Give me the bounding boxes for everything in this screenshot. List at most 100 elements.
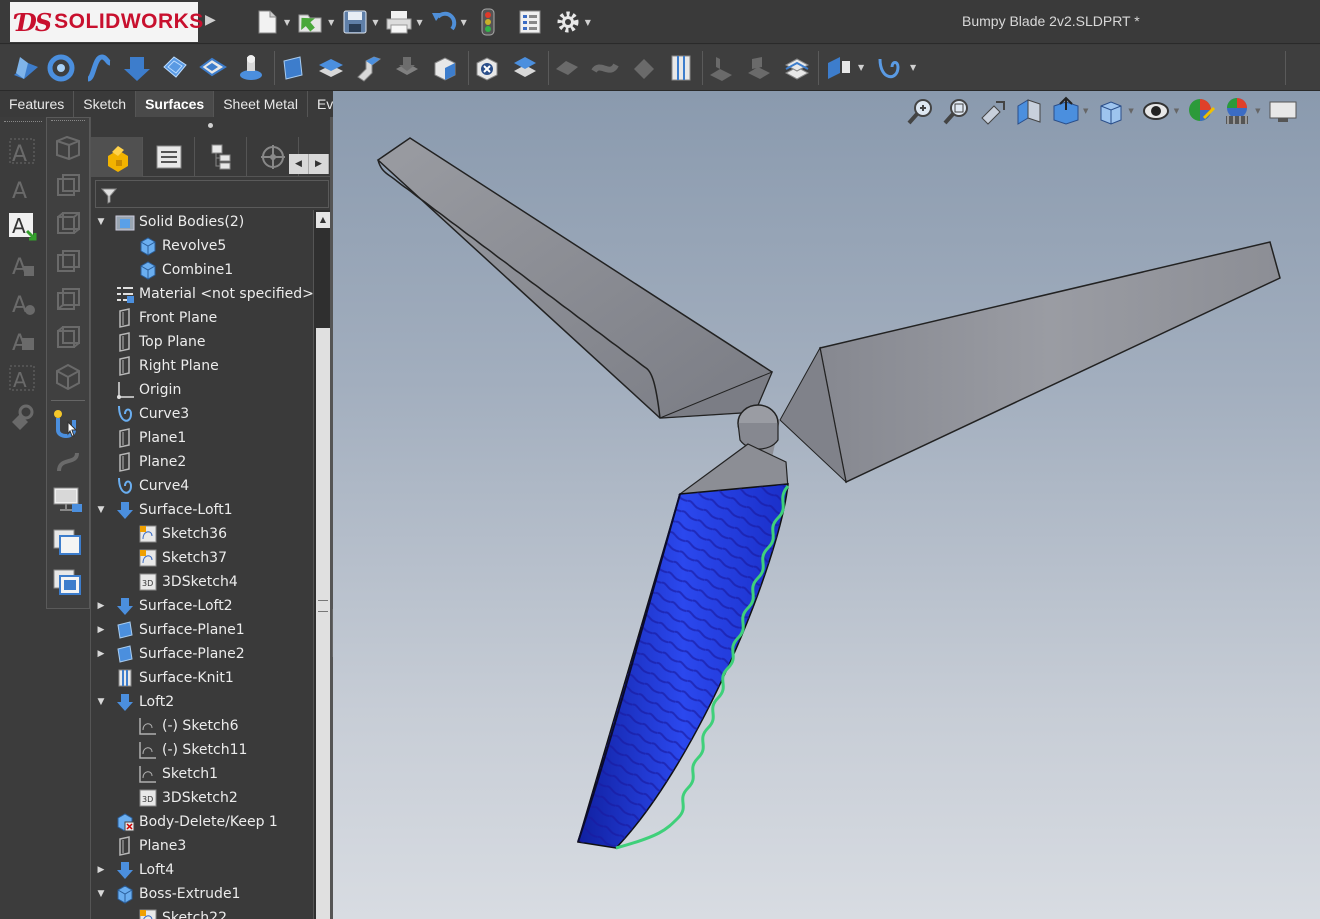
cube-3d-icon[interactable] (52, 360, 84, 392)
feature-manager-tab-icon[interactable] (91, 137, 143, 177)
scrollbar-thumb[interactable] (316, 328, 330, 919)
filled-surface-icon[interactable] (196, 51, 230, 85)
balloon-icon[interactable]: A (6, 172, 38, 204)
file-properties-icon[interactable] (515, 7, 545, 37)
tab-features[interactable]: Features (0, 91, 75, 117)
tree-item-sketch36[interactable]: Sketch36 (91, 522, 313, 546)
expand-arrow-icon[interactable]: ▶ (95, 642, 107, 666)
cube-face-icon[interactable] (52, 132, 84, 164)
ref-geometry-dropdown-icon[interactable]: ▼ (858, 63, 864, 72)
expand-arrow-icon[interactable]: ▶ (95, 858, 107, 882)
tree-item-combine1[interactable]: Combine1 (91, 258, 313, 282)
lofted-surface-icon[interactable] (120, 51, 154, 85)
cube-hidden-lines-icon[interactable] (52, 208, 84, 240)
options-gear-icon[interactable] (553, 7, 583, 37)
open-dropdown-icon[interactable]: ▼ (328, 18, 334, 27)
knit-surface-icon[interactable] (664, 51, 698, 85)
expand-arrow-icon[interactable]: ▶ (95, 594, 107, 618)
property-manager-tab-icon[interactable] (143, 137, 195, 177)
collapse-arrow-icon[interactable]: ▼ (95, 882, 107, 906)
tree-vertical-scrollbar[interactable]: ▲ (313, 210, 331, 919)
window-tile-icon[interactable] (52, 568, 84, 600)
blade-lower-selected[interactable] (577, 443, 790, 850)
tree-item-front-plane[interactable]: Front Plane (91, 306, 313, 330)
scroll-left-icon[interactable]: ◀ (289, 154, 309, 174)
tree-item-surface-plane1[interactable]: ▶ Surface-Plane1 (91, 618, 313, 642)
fillet-surface-icon[interactable] (704, 51, 738, 85)
surface-finish-icon[interactable]: A (6, 248, 38, 280)
print-dropdown-icon[interactable]: ▼ (416, 18, 422, 27)
tree-item-plane1[interactable]: Plane1 (91, 426, 313, 450)
tab-sketch[interactable]: Sketch (74, 91, 137, 117)
propeller-blade-model[interactable] (333, 91, 1320, 919)
open-document-icon[interactable] (296, 7, 326, 37)
tree-item-plane3[interactable]: Plane3 (91, 834, 313, 858)
freeform-icon[interactable] (234, 51, 268, 85)
cube-iso-icon[interactable] (52, 322, 84, 354)
tree-item-sketch6[interactable]: (-) Sketch6 (91, 714, 313, 738)
tree-filter[interactable] (95, 180, 329, 208)
ruled-surface-icon[interactable] (352, 51, 386, 85)
note-icon[interactable]: A (6, 135, 38, 167)
ref-geometry-icon[interactable] (822, 51, 856, 85)
extend-surface-icon[interactable] (550, 51, 584, 85)
delete-face-icon[interactable] (428, 51, 462, 85)
configuration-manager-tab-icon[interactable] (195, 137, 247, 177)
tree-item-material-not-specified[interactable]: Material <not specified> (91, 282, 313, 306)
collapse-arrow-icon[interactable]: ▼ (95, 498, 107, 522)
geometric-tolerance-icon[interactable]: A (6, 324, 38, 356)
tree-item-sketch1[interactable]: Sketch1 (91, 762, 313, 786)
boundary-surface-icon[interactable] (158, 51, 192, 85)
tree-item-surface-plane2[interactable]: ▶ Surface-Plane2 (91, 642, 313, 666)
tree-item-plane2[interactable]: Plane2 (91, 450, 313, 474)
tree-item-sketch11[interactable]: (-) Sketch11 (91, 738, 313, 762)
tree-item-curve3[interactable]: Curve3 (91, 402, 313, 426)
insert-annotation-icon[interactable]: A (6, 210, 38, 242)
save-dropdown-icon[interactable]: ▼ (372, 18, 378, 27)
scroll-right-icon[interactable]: ▶ (309, 154, 329, 174)
tree-item-solid-bodies-2[interactable]: ▼ Solid Bodies(2) (91, 210, 313, 234)
replace-face-icon[interactable] (470, 51, 504, 85)
tree-item-loft4[interactable]: ▶ Loft4 (91, 858, 313, 882)
panel-grip[interactable] (208, 123, 213, 128)
curves-dropdown-icon[interactable]: ▼ (910, 63, 916, 72)
tree-item-body-delete-keep-1[interactable]: Body-Delete/Keep 1 (91, 810, 313, 834)
tree-item-origin[interactable]: Origin (91, 378, 313, 402)
datum-feature-icon[interactable]: A (6, 362, 38, 394)
toolbar-grip[interactable] (51, 120, 85, 123)
window-cascade-icon[interactable] (52, 528, 84, 560)
thicken-icon[interactable] (780, 51, 814, 85)
menu-expand-arrow-icon[interactable]: ▶ (205, 12, 216, 28)
print-icon[interactable] (384, 7, 414, 37)
undo-dropdown-icon[interactable]: ▼ (461, 18, 467, 27)
tree-item-surface-loft2[interactable]: ▶ Surface-Loft2 (91, 594, 313, 618)
save-icon[interactable] (340, 7, 370, 37)
toolbar-grip[interactable] (4, 121, 42, 124)
cube-solid-icon[interactable] (52, 284, 84, 316)
tree-item-sketch37[interactable]: Sketch37 (91, 546, 313, 570)
tree-item-boss-extrude1[interactable]: ▼ Boss-Extrude1 (91, 882, 313, 906)
blade-upper-left[interactable] (376, 137, 773, 419)
tree-item-surface-knit1[interactable]: Surface-Knit1 (91, 666, 313, 690)
graphics-area[interactable]: ▼ ▼ ▼ ▼ (333, 91, 1320, 919)
trim-surface-icon[interactable] (588, 51, 622, 85)
extruded-surface-icon[interactable] (8, 51, 42, 85)
chamfer-surface-icon[interactable] (742, 51, 776, 85)
tree-item-3dsketch4[interactable]: 3D 3DSketch4 (91, 570, 313, 594)
collapse-arrow-icon[interactable]: ▼ (95, 690, 107, 714)
new-dropdown-icon[interactable]: ▼ (284, 18, 290, 27)
tree-item-loft2[interactable]: ▼ Loft2 (91, 690, 313, 714)
tree-item-revolve5[interactable]: Revolve5 (91, 234, 313, 258)
tab-surfaces[interactable]: Surfaces (136, 91, 215, 117)
tree-item-top-plane[interactable]: Top Plane (91, 330, 313, 354)
weld-symbol-icon[interactable]: A (6, 286, 38, 318)
options-dropdown-icon[interactable]: ▼ (585, 18, 591, 27)
tree-item-surface-loft1[interactable]: ▼ Surface-Loft1 (91, 498, 313, 522)
cube-edges-icon[interactable] (52, 246, 84, 278)
tree-item-3dsketch2[interactable]: 3D 3DSketch2 (91, 786, 313, 810)
cosmetic-thread-icon[interactable] (6, 400, 38, 432)
collapse-arrow-icon[interactable]: ▼ (95, 210, 107, 234)
tree-item-sketch22[interactable]: Sketch22 (91, 906, 313, 919)
display-monitor-icon[interactable] (52, 484, 84, 516)
delete-hole-icon[interactable] (508, 51, 542, 85)
